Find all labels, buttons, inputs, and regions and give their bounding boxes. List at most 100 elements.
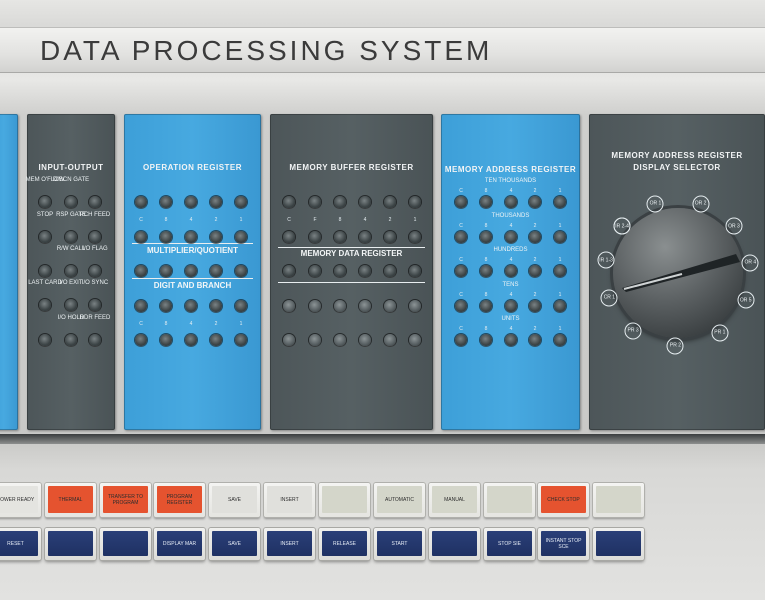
selector-position: IR 1-3 xyxy=(597,251,615,269)
key-face: TRANSFER TO PROGRAM xyxy=(103,486,148,513)
indicator-key-upper[interactable]: INSERT xyxy=(264,483,315,517)
bit-label: 8 xyxy=(484,188,488,194)
key-label: RESET xyxy=(7,540,24,547)
bit-label: 2 xyxy=(533,326,537,332)
bit-label: 1 xyxy=(558,292,562,298)
key-label: INSERT xyxy=(280,540,299,547)
indicator-key-upper[interactable]: PROGRAM REGISTER xyxy=(154,483,205,517)
indicator-key-upper[interactable]: THERMAL xyxy=(45,483,96,517)
indicator-lamp xyxy=(384,334,396,346)
indicator-lamp xyxy=(505,196,517,208)
io-label: R/W CALL xyxy=(56,246,86,252)
bit-label: 4 xyxy=(189,217,193,223)
indicator-key-upper[interactable]: CHECK STOP xyxy=(538,483,589,517)
key-label: THERMAL xyxy=(58,496,83,503)
indicator-lamp xyxy=(235,334,247,346)
indicator-lamp xyxy=(210,196,222,208)
indicator-lamp xyxy=(160,300,172,312)
selector-position-blank xyxy=(613,217,631,235)
key-face xyxy=(103,531,148,556)
panel-subtitle: DISPLAY SELECTOR xyxy=(633,163,721,172)
indicator-lamp xyxy=(185,196,197,208)
indicator-key-upper[interactable]: TRANSFER TO PROGRAM xyxy=(100,483,151,517)
indicator-key-upper[interactable]: AUTOMATIC xyxy=(374,483,425,517)
bit-label: 2 xyxy=(388,217,392,223)
indicator-key-upper[interactable] xyxy=(593,483,644,517)
control-key-lower[interactable] xyxy=(593,528,644,560)
section-title: MULTIPLIER/QUOTIENT xyxy=(147,246,238,255)
indicator-lamp xyxy=(554,300,566,312)
indicator-lamp xyxy=(384,265,396,277)
control-key-lower[interactable] xyxy=(45,528,96,560)
selector-position: OR 5 xyxy=(737,291,755,309)
panel-title: INPUT-OUTPUT xyxy=(38,163,104,172)
io-label: I/O SYNC xyxy=(81,280,109,286)
io-label: STOP xyxy=(36,212,54,218)
selector-position: PR 2 xyxy=(666,337,684,355)
control-key-lower[interactable]: RELEASE xyxy=(319,528,370,560)
title-strip: DATA PROCESSING SYSTEM xyxy=(0,27,765,73)
panel-title: MEMORY BUFFER REGISTER xyxy=(289,163,414,172)
panel-title: MEMORY ADDRESS REGISTER xyxy=(444,165,577,174)
key-face xyxy=(48,531,93,556)
key-label: SAVE xyxy=(228,496,241,503)
control-key-lower[interactable] xyxy=(429,528,480,560)
indicator-lamp xyxy=(235,231,247,243)
indicator-lamp xyxy=(185,334,197,346)
control-key-lower[interactable]: RESET xyxy=(0,528,41,560)
bit-label: 8 xyxy=(484,223,488,229)
key-face: INSTANT STOP SCE xyxy=(541,531,586,556)
key-face: THERMAL xyxy=(48,486,93,513)
panel-operation-register: OPERATION REGISTER MULTIPLIER/QUOTIENT D… xyxy=(124,114,261,430)
indicator-lamp xyxy=(455,231,467,243)
key-face: STOP SIE xyxy=(487,531,532,556)
group-label: THOUSANDS xyxy=(491,213,530,219)
indicator-key-upper[interactable] xyxy=(484,483,535,517)
indicator-lamp xyxy=(480,196,492,208)
key-face xyxy=(596,486,641,513)
control-key-lower[interactable] xyxy=(100,528,151,560)
indicator-lamp xyxy=(135,300,147,312)
indicator-lamp xyxy=(554,196,566,208)
group-label: HUNDREDS xyxy=(493,247,528,253)
group-label: TENS xyxy=(502,282,519,288)
control-key-lower[interactable]: INSTANT STOP SCE xyxy=(538,528,589,560)
indicator-lamp xyxy=(480,265,492,277)
indicator-lamp xyxy=(65,265,77,277)
indicator-lamp xyxy=(384,231,396,243)
indicator-lamp xyxy=(283,196,295,208)
bit-label: 2 xyxy=(214,321,218,327)
indicator-lamp xyxy=(235,265,247,277)
key-bank: POWER READY THERMAL TRANSFER TO PROGRAM PRO… xyxy=(0,480,660,580)
key-face: INSERT xyxy=(267,486,312,513)
indicator-lamp xyxy=(384,196,396,208)
indicator-lamp xyxy=(309,196,321,208)
panel-title: MEMORY ADDRESS REGISTER xyxy=(611,151,743,160)
indicator-key-upper[interactable]: MANUAL xyxy=(429,483,480,517)
indicator-lamp xyxy=(160,265,172,277)
key-label: INSTANT STOP SCE xyxy=(545,537,582,550)
control-key-lower[interactable]: INSERT xyxy=(264,528,315,560)
indicator-key-upper[interactable]: POWER READY xyxy=(0,483,41,517)
indicator-lamp xyxy=(89,265,101,277)
key-face xyxy=(596,531,641,556)
indicator-lamp xyxy=(283,334,295,346)
section-title: DIGIT AND BRANCH xyxy=(153,281,232,290)
console-front: DATA PROCESSING SYSTEM INPUT-OUTPUT MEM … xyxy=(0,0,765,600)
control-key-lower[interactable]: DISPLAY MAR xyxy=(154,528,205,560)
control-key-lower[interactable]: STOP SIE xyxy=(484,528,535,560)
key-label: START xyxy=(391,540,408,547)
indicator-key-upper[interactable]: SAVE xyxy=(209,483,260,517)
bit-label: 8 xyxy=(484,292,488,298)
indicator-lamp xyxy=(554,231,566,243)
control-key-lower[interactable]: START xyxy=(374,528,425,560)
indicator-lamp xyxy=(409,300,421,312)
indicator-lamp xyxy=(455,300,467,312)
indicator-key-upper[interactable] xyxy=(319,483,370,517)
bit-label: 8 xyxy=(164,321,168,327)
control-key-lower[interactable]: SAVE xyxy=(209,528,260,560)
indicator-lamp xyxy=(455,265,467,277)
indicator-lamp xyxy=(135,265,147,277)
indicator-lamp xyxy=(505,300,517,312)
indicator-lamp xyxy=(384,300,396,312)
